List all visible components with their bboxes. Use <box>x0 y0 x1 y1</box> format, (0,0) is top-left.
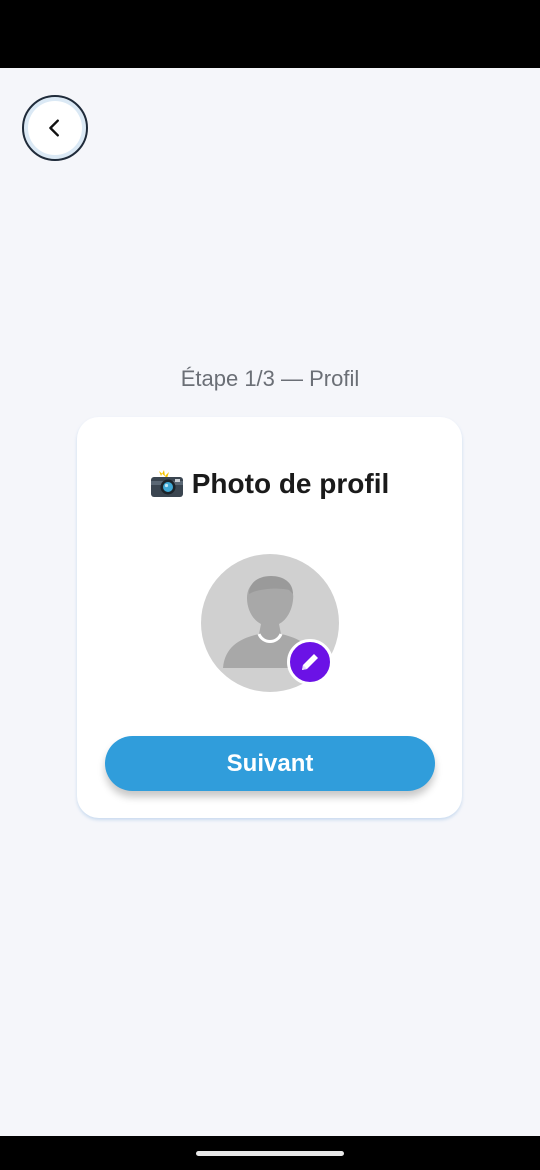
edit-avatar-button[interactable] <box>287 639 333 685</box>
navigation-bar <box>0 1136 540 1170</box>
pencil-icon <box>302 654 318 670</box>
card-title: Photo de profil <box>77 468 462 500</box>
status-bar <box>0 0 540 68</box>
next-button[interactable]: Suivant <box>105 736 435 791</box>
chevron-left-icon <box>49 119 59 137</box>
camera-flash-icon <box>150 470 183 497</box>
back-button[interactable] <box>22 95 88 161</box>
step-label: Étape 1/3 — Profil <box>180 366 360 391</box>
profile-photo-card: Photo de profil Suivant <box>77 417 462 818</box>
screen: Étape 1/3 — Profil Photo de profil Suiva… <box>0 0 540 1170</box>
card-title-text: Photo de profil <box>191 468 390 499</box>
home-indicator[interactable] <box>196 1151 344 1156</box>
